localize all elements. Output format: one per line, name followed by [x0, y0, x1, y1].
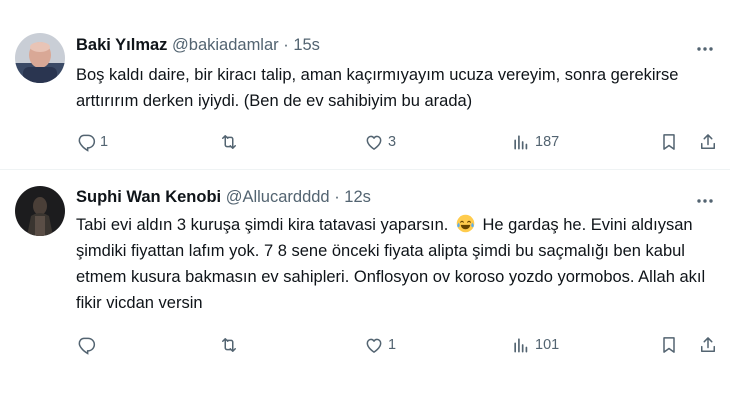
like-count: 3	[388, 134, 397, 150]
bookmark-icon	[663, 134, 675, 150]
view-count: 101	[535, 337, 560, 353]
display-name[interactable]: Suphi Wan Kenobi	[76, 188, 221, 206]
action-bar: 1 3 187	[76, 130, 720, 154]
share-icon	[701, 337, 715, 352]
more-dots-icon[interactable]	[694, 190, 716, 212]
reply-button[interactable]: 1	[76, 130, 108, 154]
face-with-tears-of-joy-icon	[456, 214, 475, 233]
tweet-text: Boş kaldı daire, bir kiracı talip, aman …	[76, 62, 716, 114]
action-bar: 1 101	[76, 333, 720, 357]
reply-count: 1	[100, 134, 109, 150]
heart-icon	[366, 135, 382, 150]
separator-dot: ·	[329, 188, 345, 206]
like-count: 1	[388, 337, 397, 353]
tweet-text: Tabi evi aldın 3 kuruşa şimdi kira tatav…	[76, 212, 716, 316]
avatar[interactable]	[15, 186, 65, 236]
tweet-text-part: Tabi evi aldın 3 kuruşa şimdi kira tatav…	[76, 216, 453, 234]
tweet-text-part: Boş kaldı daire, bir kiracı talip, aman …	[76, 66, 679, 110]
share-icon	[701, 134, 715, 149]
retweet-button[interactable]	[219, 130, 243, 154]
user-handle[interactable]: @Allucardddd	[226, 188, 330, 206]
heart-icon	[366, 338, 382, 353]
display-name[interactable]: Baki Yılmaz	[76, 36, 167, 54]
share-button[interactable]	[698, 130, 718, 154]
timestamp[interactable]: 15s	[293, 36, 320, 54]
retweet-button[interactable]	[219, 333, 243, 357]
user-handle[interactable]: @bakiadamlar	[172, 36, 279, 54]
bookmark-button[interactable]	[659, 333, 679, 357]
tweet-header: Suphi Wan Kenobi @Allucardddd · 12s	[76, 188, 371, 207]
like-button[interactable]: 3	[364, 130, 396, 154]
more-dots-icon[interactable]	[694, 38, 716, 60]
bookmark-button[interactable]	[659, 130, 679, 154]
reply-button[interactable]	[76, 333, 100, 357]
views-icon	[514, 338, 528, 353]
share-button[interactable]	[698, 333, 718, 357]
avatar[interactable]	[15, 33, 65, 83]
like-button[interactable]: 1	[364, 333, 396, 357]
views-button[interactable]: 187	[511, 130, 559, 154]
tweet[interactable]: Baki Yılmaz @bakiadamlar · 15s Boş kaldı…	[0, 0, 730, 170]
bookmark-icon	[663, 337, 675, 353]
reply-icon	[78, 337, 96, 355]
view-count: 187	[535, 134, 560, 150]
reply-icon	[78, 134, 96, 152]
retweet-icon	[222, 338, 236, 352]
views-button[interactable]: 101	[511, 333, 559, 357]
views-icon	[514, 135, 528, 150]
retweet-icon	[222, 135, 236, 149]
timestamp[interactable]: 12s	[344, 188, 371, 206]
tweet[interactable]: Suphi Wan Kenobi @Allucardddd · 12s Tabi…	[0, 171, 730, 420]
separator-dot: ·	[278, 36, 294, 54]
tweet-header: Baki Yılmaz @bakiadamlar · 15s	[76, 36, 320, 55]
